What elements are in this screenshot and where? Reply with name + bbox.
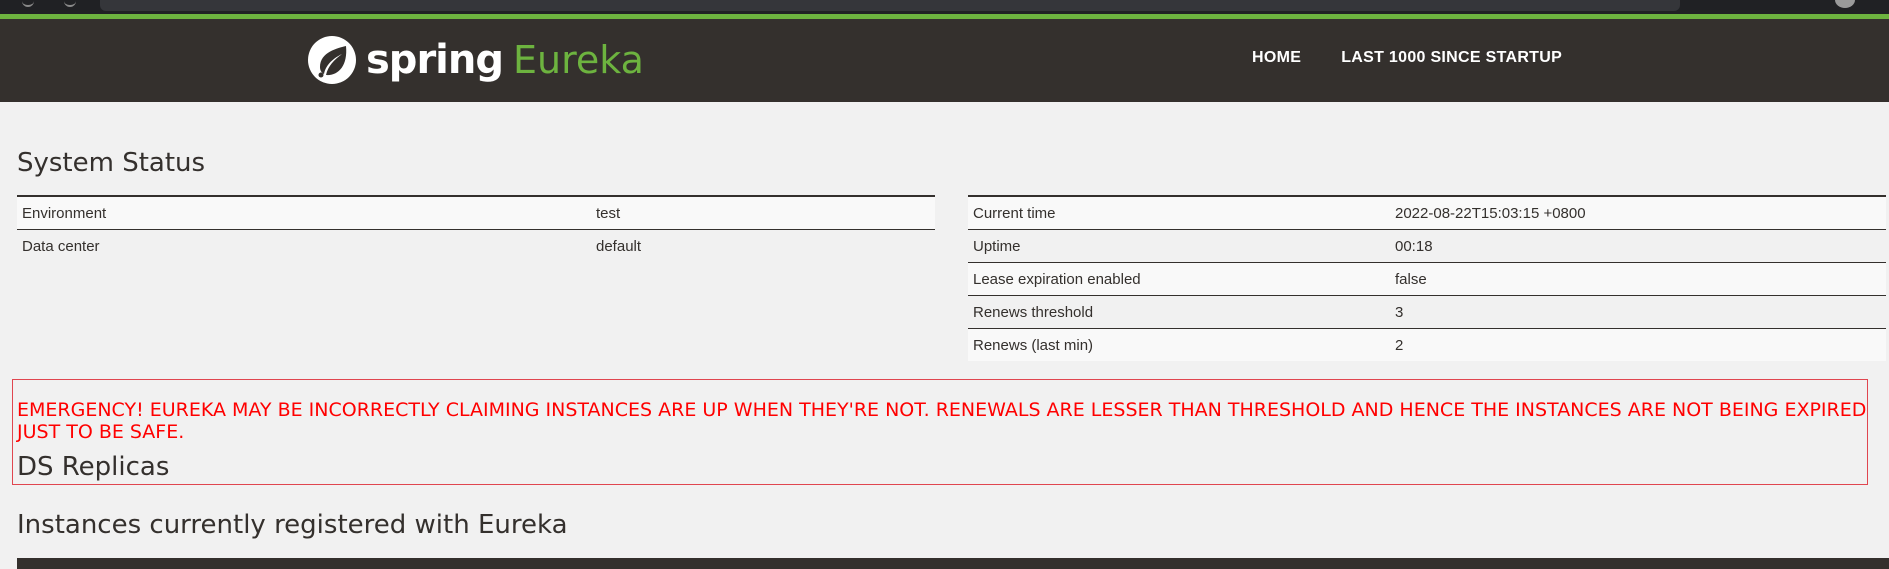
status-label: Uptime (968, 229, 1390, 263)
status-label: Lease expiration enabled (968, 262, 1390, 296)
browser-toolbar (0, 0, 1889, 14)
system-status-right-table: Current time 2022-08-22T15:03:15 +0800 U… (968, 195, 1886, 361)
navbar: spring Eureka HOME LAST 1000 SINCE START… (0, 19, 1889, 102)
status-label: Environment (17, 196, 591, 230)
status-label: Data center (17, 229, 591, 262)
reload-icon[interactable] (64, 0, 76, 7)
spring-eureka-logo[interactable]: spring Eureka (306, 32, 644, 88)
status-value: 2 (1390, 328, 1886, 361)
table-row: Lease expiration enabled false (968, 262, 1886, 296)
status-label: Renews (last min) (968, 328, 1390, 361)
emergency-message: EMERGENCY! EUREKA MAY BE INCORRECTLY CLA… (17, 399, 1867, 443)
nav-last-1000-link[interactable]: LAST 1000 SINCE STARTUP (1341, 49, 1562, 67)
table-row: Uptime 00:18 (968, 229, 1886, 263)
instances-title: Instances currently registered with Eure… (17, 510, 568, 540)
table-row: Current time 2022-08-22T15:03:15 +0800 (968, 196, 1886, 230)
status-value: 2022-08-22T15:03:15 +0800 (1390, 196, 1886, 230)
instances-table-header (17, 558, 1889, 569)
logo-eureka-text: Eureka (513, 38, 644, 82)
spring-leaf-icon (306, 34, 358, 86)
emergency-alert-box: EMERGENCY! EUREKA MAY BE INCORRECTLY CLA… (12, 379, 1868, 485)
profile-avatar[interactable] (1835, 0, 1855, 8)
address-bar[interactable] (100, 0, 1680, 11)
system-status-title: System Status (17, 148, 206, 178)
table-row: Renews (last min) 2 (968, 328, 1886, 361)
logo-spring-text: spring (366, 37, 504, 83)
status-label: Current time (968, 196, 1390, 230)
table-row: Data center default (17, 229, 935, 262)
status-label: Renews threshold (968, 295, 1390, 329)
ds-replicas-title: DS Replicas (17, 452, 170, 482)
status-value: default (591, 229, 935, 262)
status-value: test (591, 196, 935, 230)
status-value: 00:18 (1390, 229, 1886, 263)
table-row: Environment test (17, 196, 935, 230)
back-icon[interactable] (22, 0, 34, 7)
table-row: Renews threshold 3 (968, 295, 1886, 329)
nav-home-link[interactable]: HOME (1252, 49, 1301, 67)
nav-menu: HOME LAST 1000 SINCE STARTUP (1252, 49, 1602, 67)
system-status-left-table: Environment test Data center default (17, 195, 935, 262)
status-value: 3 (1390, 295, 1886, 329)
status-value: false (1390, 262, 1886, 296)
